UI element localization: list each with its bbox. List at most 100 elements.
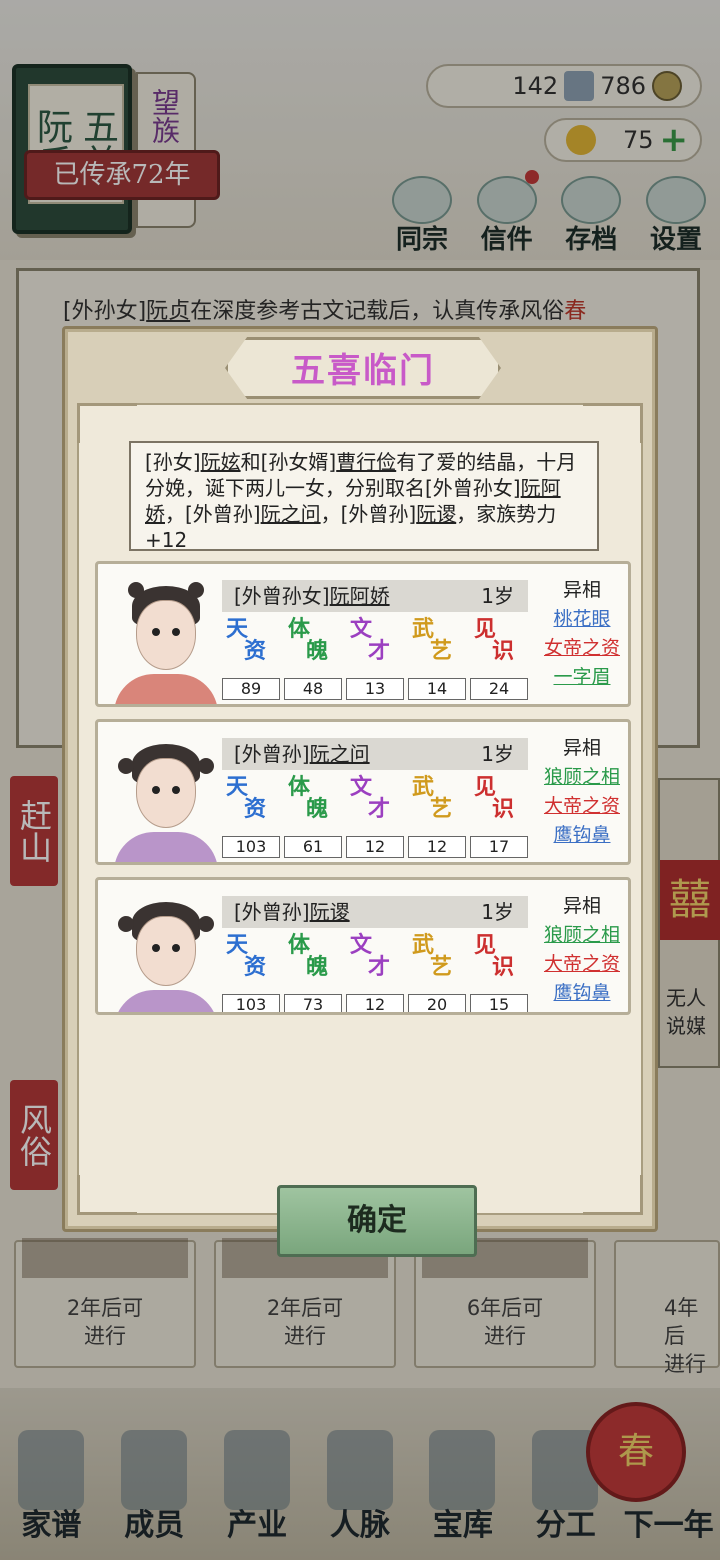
trait-link[interactable]: 桃花眼 [536,605,628,634]
stat-label: 武艺 [412,616,453,664]
stat-value: 12 [346,836,404,858]
stat-block: 见识 15 [470,932,528,1012]
stat-block: 天资 103 [222,776,280,860]
stat-value: 12 [408,836,466,858]
trait-link[interactable]: 狼顾之相 [536,763,628,792]
eye [152,628,160,636]
traits-header: 异相 [562,737,601,759]
corner-ornament [77,1175,137,1215]
child-card[interactable]: [外曾孙]阮谡 1岁天资 103 体魄 73 文才 12 武艺 20 见识 15 异相狼顾之相 大帝之资… [95,877,631,1015]
eye [172,786,180,794]
stat-value: 15 [470,994,528,1012]
child-name-bar: [外曾孙女]阮阿娇 1岁 [222,580,528,612]
child-name-link[interactable]: 阮之问 [310,742,370,766]
child-card[interactable]: [外曾孙女]阮阿娇 1岁天资 89 体魄 48 文才 13 武艺 14 见识 24 异相 桃花眼 女帝之资… [95,561,631,707]
stat-value: 89 [222,678,280,700]
stat-value: 20 [408,994,466,1012]
stat-value: 61 [284,836,342,858]
stat-label: 天资 [226,774,267,822]
stat-value: 73 [284,994,342,1012]
child-card[interactable]: [外曾孙]阮之问 1岁天资 103 体魄 61 文才 12 武艺 12 见识 17 异相 狼顾之相 大帝之… [95,719,631,865]
eye [172,628,180,636]
confirm-button[interactable]: 确定 [277,1185,477,1257]
child-age: 1岁 [481,742,514,766]
stat-block: 武艺 14 [408,618,466,702]
child-age: 1岁 [481,584,514,608]
face [136,916,196,986]
clothing [114,990,218,1012]
member-link[interactable]: 阮之问 [261,502,321,526]
child-name-bar: [外曾孙]阮之问 1岁 [222,738,528,770]
stat-block: 见识 17 [470,776,528,860]
stat-label: 见识 [474,616,515,664]
stat-block: 武艺 20 [408,932,466,1012]
trait-link[interactable]: 狼顾之相 [536,921,628,950]
stat-value: 12 [346,994,404,1012]
eye [152,944,160,952]
stat-label: 文才 [350,932,391,980]
trait-link[interactable]: 大帝之资 [536,792,628,821]
traits-header: 异相 [562,579,601,601]
eye [152,786,160,794]
stat-label: 见识 [474,774,515,822]
hair-tuft [118,916,134,932]
stat-block: 文才 13 [346,618,404,702]
stat-label: 文才 [350,616,391,664]
stat-label: 体魄 [288,616,329,664]
child-traits: 异相狼顾之相 大帝之资 鹰钩鼻 [536,734,628,850]
member-link[interactable]: 阮妶 [201,450,241,474]
stat-block: 体魄 61 [284,776,342,860]
eye [172,944,180,952]
stat-block: 体魄 73 [284,934,342,1012]
hair-tuft [198,916,214,932]
member-link[interactable]: 阮谡 [416,502,456,526]
child-name-link[interactable]: 阮阿娇 [330,584,390,608]
member-link[interactable]: 曹行俭 [336,450,396,474]
clothing [114,832,218,862]
stat-block: 体魄 48 [284,618,342,702]
stat-value: 14 [408,678,466,700]
traits-header: 异相 [562,895,601,917]
child-portrait [114,886,218,1012]
child-stats: 天资 89 体魄 48 文才 13 武艺 14 见识 24 [222,618,532,702]
child-name-link[interactable]: 阮谡 [310,900,350,924]
corner-ornament [583,403,643,443]
hair-bun [188,582,204,598]
trait-link[interactable]: 一字眉 [536,663,628,692]
child-stats: 天资 103 体魄 73 文才 12 武艺 20 见识 15 [222,932,532,1012]
trait-link[interactable]: 大帝之资 [536,950,628,979]
stat-value: 17 [470,836,528,858]
stat-value: 103 [222,994,280,1012]
hair-tuft [198,758,214,774]
child-portrait [114,728,218,862]
stat-label: 武艺 [412,774,453,822]
stat-label: 武艺 [412,932,453,980]
stat-block: 天资 89 [222,618,280,702]
stat-label: 文才 [350,774,391,822]
child-traits: 异相桃花眼 女帝之资 一字眉 [536,576,628,692]
stat-label: 天资 [226,616,267,664]
trait-link[interactable]: 女帝之资 [536,634,628,663]
stat-block: 见识 24 [470,618,528,702]
clothing [114,674,218,704]
hair-bun [128,582,144,598]
stat-label: 见识 [474,932,515,980]
dialog-panel: [孙女]阮妶和[孙女婿]曹行俭有了爱的结晶，十月分娩，诞下两儿一女，分别取名[外… [77,403,643,1257]
stat-label: 体魄 [288,774,329,822]
stat-block: 文才 12 [346,776,404,860]
trait-link[interactable]: 鹰钩鼻 [536,821,628,850]
stat-value: 48 [284,678,342,700]
child-traits: 异相狼顾之相 大帝之资 鹰钩鼻 [536,892,628,1008]
child-name-bar: [外曾孙]阮谡 1岁 [222,896,528,928]
hair-tuft [118,758,134,774]
corner-ornament [77,403,137,443]
stat-label: 天资 [226,932,267,980]
stat-block: 武艺 12 [408,776,466,860]
child-portrait [114,570,218,704]
child-stats: 天资 103 体魄 61 文才 12 武艺 12 见识 17 [222,776,532,860]
stat-value: 13 [346,678,404,700]
stat-value: 103 [222,836,280,858]
trait-link[interactable]: 鹰钩鼻 [536,979,628,1008]
birth-event-dialog: 五喜临门 [孙女]阮妶和[孙女婿]曹行俭有了爱的结晶，十月分娩，诞下两儿一女，分… [62,326,658,1257]
stat-value: 24 [470,678,528,700]
